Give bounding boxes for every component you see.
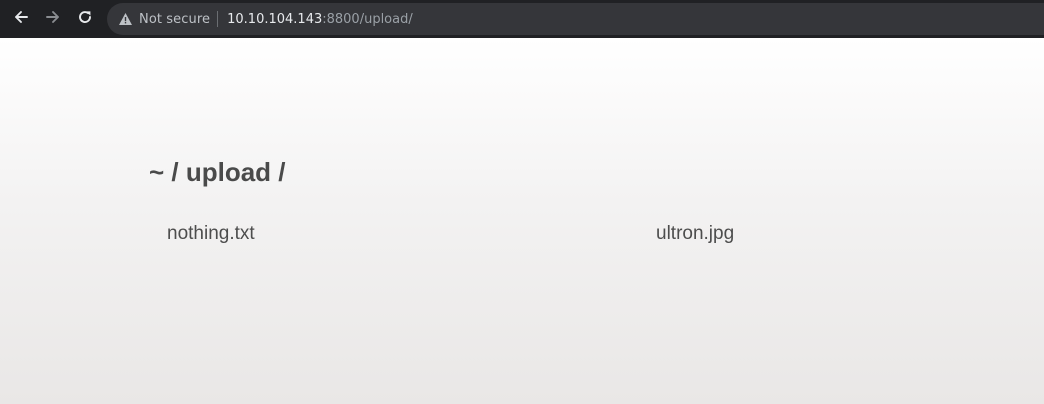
reload-icon xyxy=(77,9,93,30)
address-divider xyxy=(217,11,219,27)
url-host: 10.10.104.143 xyxy=(227,11,323,27)
page-title: ~ / upload / xyxy=(149,157,286,187)
url-path: :8800/upload/ xyxy=(322,11,413,27)
forward-icon xyxy=(45,9,61,30)
security-label[interactable]: Not secure xyxy=(139,12,210,27)
file-link-nothing-txt[interactable]: nothing.txt xyxy=(167,223,255,245)
warning-icon[interactable] xyxy=(117,11,133,27)
page-content: ~ / upload / nothing.txt ultron.jpg xyxy=(0,38,1044,404)
reload-button[interactable] xyxy=(73,7,97,31)
url-text[interactable]: 10.10.104.143:8800/upload/ xyxy=(227,12,413,27)
address-bar[interactable]: Not secure 10.10.104.143:8800/upload/ xyxy=(107,3,1044,35)
browser-toolbar: Not secure 10.10.104.143:8800/upload/ xyxy=(0,0,1044,38)
forward-button[interactable] xyxy=(41,7,65,31)
file-link-ultron-jpg[interactable]: ultron.jpg xyxy=(656,223,734,245)
back-icon xyxy=(13,9,29,30)
back-button[interactable] xyxy=(9,7,33,31)
